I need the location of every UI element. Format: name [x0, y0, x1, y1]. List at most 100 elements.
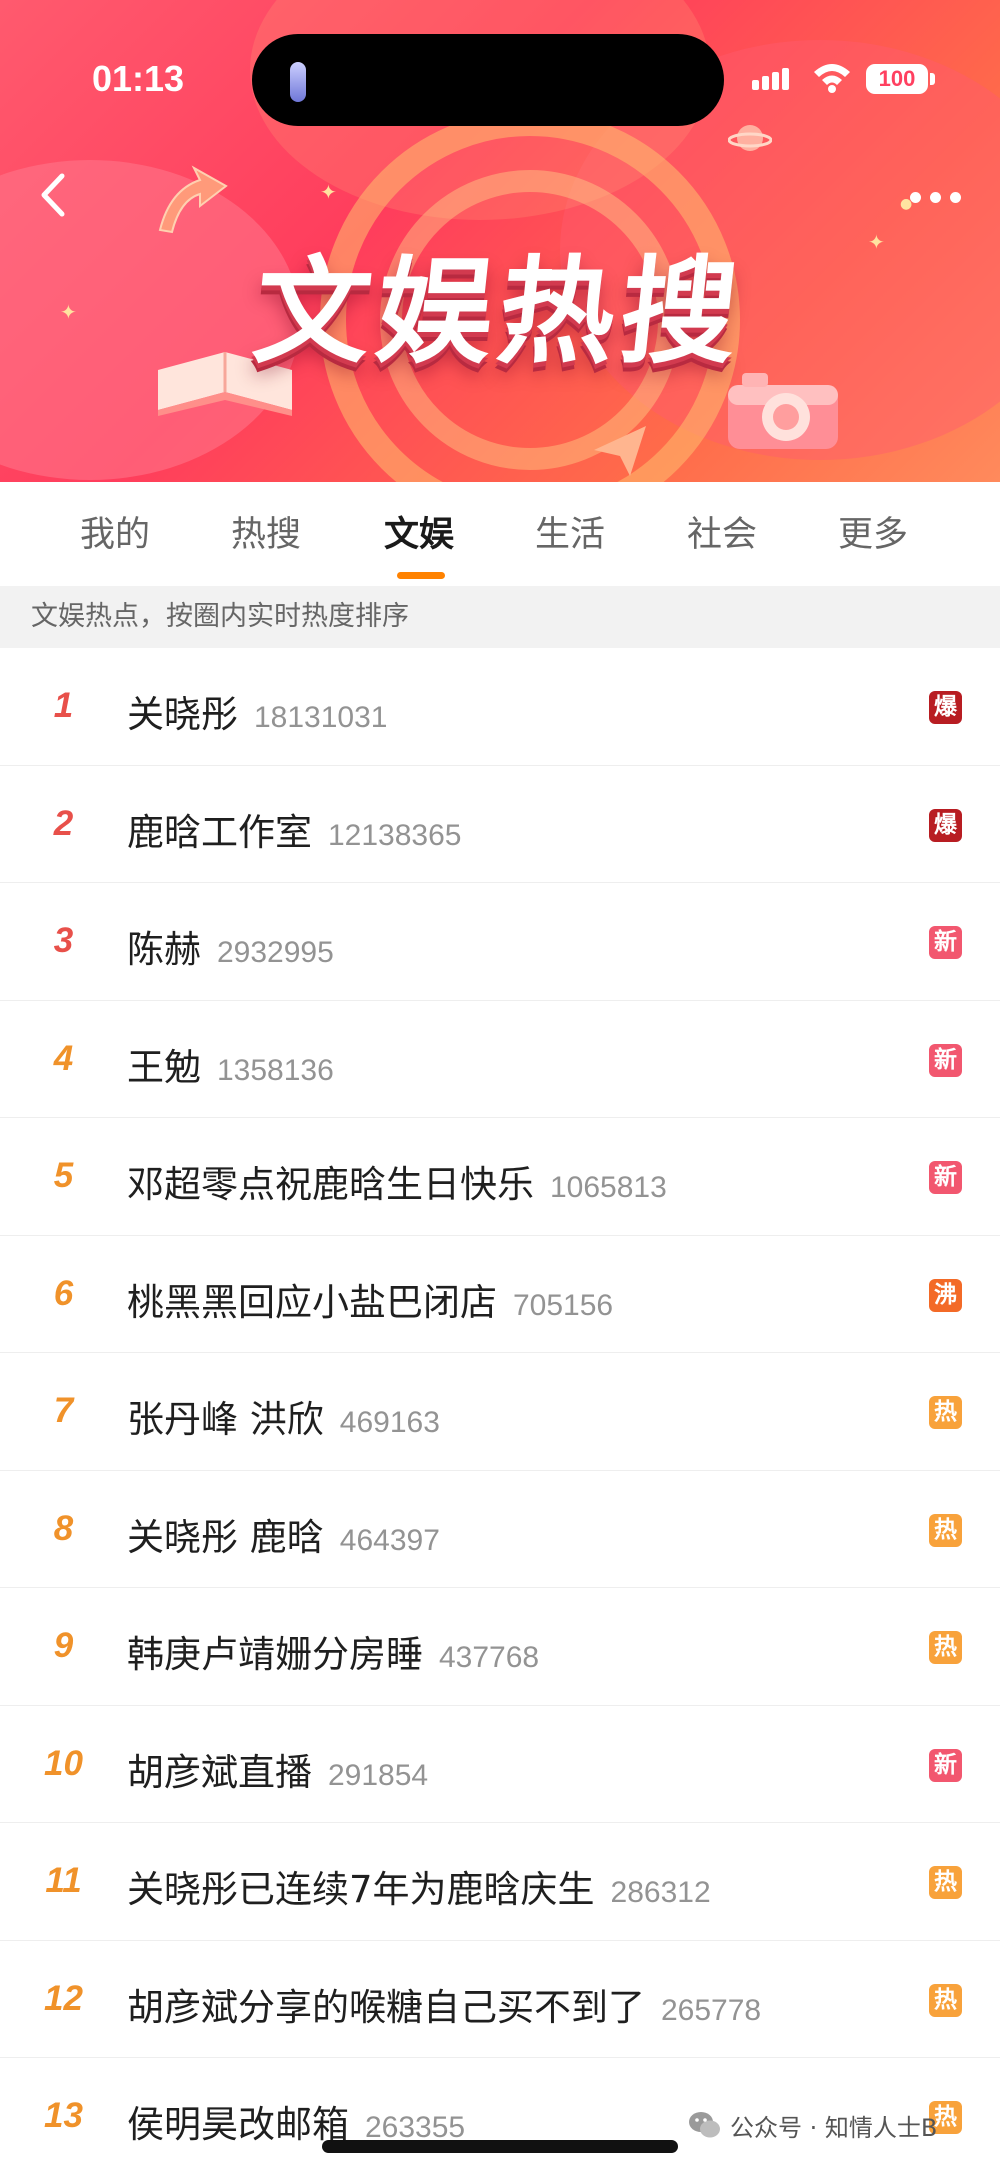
heat-count: 705156 — [513, 1288, 614, 1322]
tab-society[interactable]: 社会 — [657, 506, 787, 557]
status-badge: 新 — [929, 1748, 962, 1782]
list-item[interactable]: 11 关晓彤已连续7年为鹿晗庆生 286312 热 — [0, 1823, 1000, 1941]
row-text: 胡彦斌分享的喉糖自己买不到了 265778 — [127, 1977, 761, 2031]
topic-title[interactable]: 王勉 — [127, 1046, 201, 1089]
rank-number: 10 — [44, 1743, 83, 1783]
topic-title[interactable]: 关晓彤 — [127, 693, 238, 736]
flashlight-indicator-icon — [290, 62, 306, 102]
status-badge: 新 — [929, 1161, 962, 1194]
status-badge: 热 — [929, 1396, 962, 1429]
battery-cap — [930, 73, 935, 85]
list-description: 文娱热点，按圈内实时热度排序 — [0, 586, 1000, 648]
heat-count: 12138365 — [328, 818, 462, 852]
row-text: 王勉 1358136 — [127, 1037, 334, 1091]
status-badge: 新 — [929, 926, 962, 959]
status-time: 01:13 — [92, 58, 185, 99]
row-text: 韩庚卢靖姗分房睡 437768 — [127, 1624, 539, 1678]
status-badge: 热 — [929, 1983, 962, 2017]
status-badge: 爆 — [929, 691, 962, 724]
status-badge: 热 — [929, 1513, 962, 1547]
row-text: 关晓彤已连续7年为鹿晗庆生 286312 — [127, 1859, 711, 1913]
home-indicator[interactable] — [322, 2140, 678, 2153]
list-item[interactable]: 10 胡彦斌直播 291854 新 — [0, 1706, 1000, 1823]
topic-title[interactable]: 侯明昊改邮箱 — [127, 2103, 349, 2146]
topic-title[interactable]: 关晓彤 鹿晗 — [127, 1516, 324, 1559]
tab-life[interactable]: 生活 — [505, 506, 635, 557]
heat-count: 286312 — [610, 1876, 711, 1909]
category-tabs: 我的 热搜 文娱 生活 社会 更多 — [0, 482, 1000, 586]
list-item[interactable]: 9 韩庚卢靖姗分房睡 437768 热 — [0, 1588, 1000, 1706]
topic-title[interactable]: 陈赫 — [127, 928, 201, 971]
topic-title[interactable]: 张丹峰 洪欣 — [127, 1398, 324, 1441]
rank-number: 5 — [53, 1156, 74, 1195]
status-bar: 01:13 100 — [0, 0, 1000, 160]
row-text: 鹿晗工作室 12138365 — [127, 802, 461, 856]
wifi-icon — [814, 64, 850, 93]
status-badge: 爆 — [929, 808, 962, 842]
row-text: 桃黑黑回应小盐巴闭店 705156 — [127, 1272, 613, 1326]
rank-number: 1 — [53, 686, 74, 725]
rank-number: 13 — [44, 2096, 83, 2135]
rank-number: 2 — [53, 803, 74, 843]
topic-title[interactable]: 关晓彤已连续7年为鹿晗庆生 — [127, 1868, 595, 1911]
heat-count: 1065813 — [550, 1171, 667, 1204]
tab-entertainment[interactable]: 文娱 — [354, 506, 484, 557]
more-dots-icon[interactable] — [900, 172, 970, 222]
rank-number: 9 — [53, 1626, 74, 1665]
topic-title[interactable]: 韩庚卢靖姗分房睡 — [127, 1633, 423, 1676]
sparkle-icon: ✦ — [320, 180, 337, 204]
heat-count: 464397 — [339, 1523, 440, 1557]
list-item[interactable]: 2 鹿晗工作室 12138365 爆 — [0, 766, 1000, 883]
page-title: 文娱热搜 — [247, 245, 750, 380]
status-badge: 沸 — [929, 1278, 962, 1312]
watermark-text: 公众号 · 知情人士B — [730, 2113, 938, 2142]
list-item[interactable]: 4 王勉 1358136 新 — [0, 1001, 1000, 1118]
header-banner: ✦ ✦ ✦ ● 文娱热搜 01:13 100 — [0, 0, 1000, 482]
battery-indicator: 100 — [866, 64, 928, 94]
dynamic-island — [252, 34, 724, 126]
rank-number: 8 — [53, 1508, 74, 1548]
rank-number: 11 — [45, 1861, 82, 1900]
heat-count: 1358136 — [217, 1053, 334, 1087]
rank-number: 4 — [53, 1038, 74, 1078]
list-item[interactable]: 5 邓超零点祝鹿晗生日快乐 1065813 新 — [0, 1118, 1000, 1236]
row-text: 张丹峰 洪欣 469163 — [127, 1389, 440, 1443]
heat-count: 18131031 — [254, 701, 388, 734]
list-item[interactable]: 6 桃黑黑回应小盐巴闭店 705156 沸 — [0, 1236, 1000, 1353]
paper-plane-decoration-icon — [594, 426, 646, 476]
heat-count: 2932995 — [217, 936, 334, 969]
list-item[interactable]: 1 关晓彤 18131031 爆 — [0, 648, 1000, 766]
chevron-left-icon[interactable] — [18, 160, 88, 230]
list-item[interactable]: 3 陈赫 2932995 新 — [0, 883, 1000, 1001]
tab-mine[interactable]: 我的 — [50, 506, 180, 557]
heat-count: 265778 — [661, 1993, 762, 2027]
watermark: 公众号 · 知情人士B — [688, 2105, 937, 2145]
active-tab-indicator — [397, 572, 445, 579]
row-text: 关晓彤 鹿晗 464397 — [127, 1507, 440, 1561]
row-text: 胡彦斌直播 291854 — [127, 1742, 428, 1796]
heat-count: 437768 — [439, 1641, 540, 1674]
rank-number: 7 — [53, 1391, 74, 1430]
row-text: 关晓彤 18131031 — [127, 684, 387, 738]
hot-search-list: 1 关晓彤 18131031 爆 2 鹿晗工作室 12138365 爆 3 陈赫 2932995 新 4… — [0, 648, 1000, 2174]
row-text: 陈赫 2932995 — [127, 919, 334, 973]
list-item[interactable]: 12 胡彦斌分享的喉糖自己买不到了 265778 热 — [0, 1941, 1000, 2058]
list-item[interactable]: 8 关晓彤 鹿晗 464397 热 — [0, 1471, 1000, 1588]
wechat-icon — [689, 2112, 720, 2138]
list-item[interactable]: 7 张丹峰 洪欣 469163 热 — [0, 1353, 1000, 1471]
tab-hot-search[interactable]: 热搜 — [201, 506, 331, 557]
topic-title[interactable]: 邓超零点祝鹿晗生日快乐 — [127, 1163, 534, 1206]
row-text: 邓超零点祝鹿晗生日快乐 1065813 — [127, 1154, 667, 1208]
topic-title[interactable]: 桃黑黑回应小盐巴闭店 — [127, 1281, 497, 1324]
topic-title[interactable]: 鹿晗工作室 — [127, 811, 312, 854]
rank-number: 12 — [44, 1978, 83, 2018]
status-badge: 热 — [929, 1866, 962, 1899]
status-badge: 热 — [929, 1631, 962, 1664]
rank-number: 3 — [53, 921, 74, 960]
topic-title[interactable]: 胡彦斌直播 — [127, 1751, 312, 1794]
heat-count: 291854 — [328, 1758, 429, 1792]
topic-title[interactable]: 胡彦斌分享的喉糖自己买不到了 — [127, 1986, 645, 2029]
tab-more[interactable]: 更多 — [808, 506, 938, 557]
status-badge: 新 — [929, 1043, 962, 1077]
heat-count: 469163 — [339, 1406, 440, 1439]
